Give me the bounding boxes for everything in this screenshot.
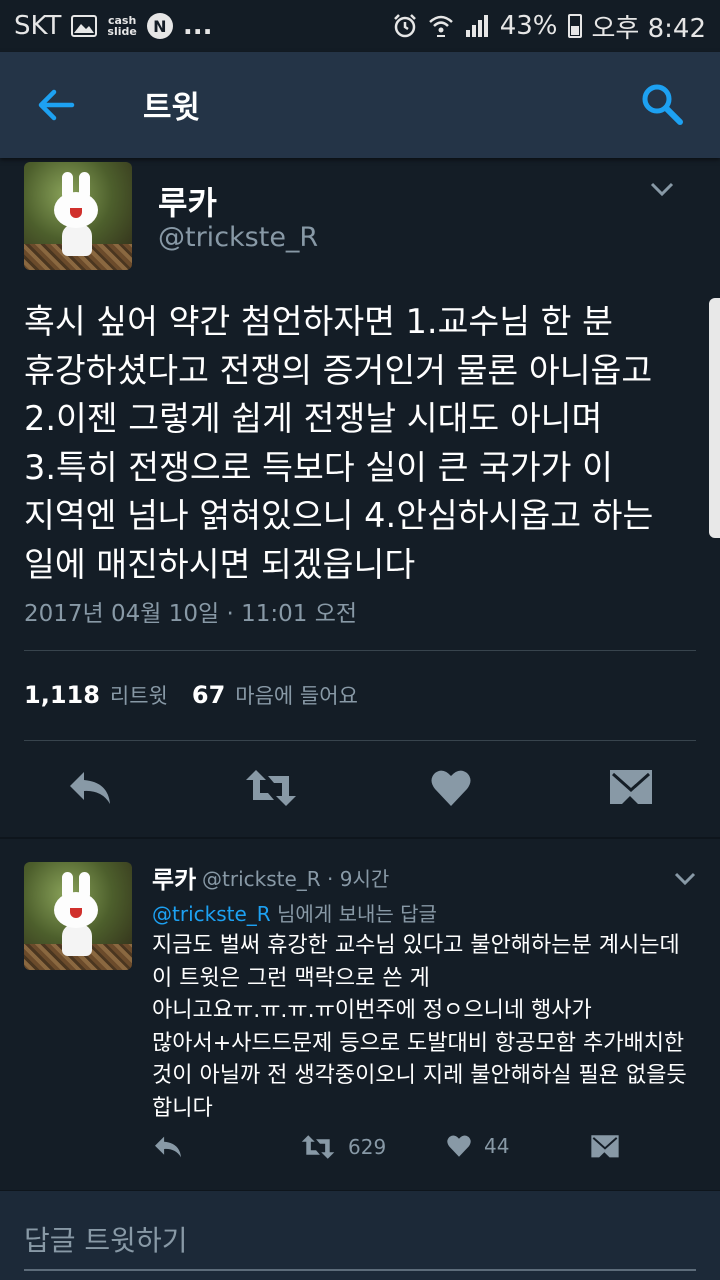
tweet-text: 혹시 싶어 약간 첨언하자면 1.교수님 한 분 휴강하셨다고 전쟁의 증거인거… [24,302,654,584]
reply-handle-time: @trickste_R · 9시간 [202,867,390,891]
carrier-label: SKT [14,11,62,41]
scrollbar[interactable] [709,298,720,538]
reply-reply-action[interactable] [152,1134,184,1160]
author-handle[interactable]: @trickste_R [158,222,318,253]
reply-dm-action[interactable] [590,1134,620,1160]
avatar[interactable] [24,862,132,970]
chevron-down-icon[interactable] [650,182,674,198]
input-underline [24,1269,696,1271]
section-separator [0,837,720,839]
author-name[interactable]: 루카 [158,178,217,224]
divider [24,650,696,651]
status-bar: SKT cash slide N ... 43% 오후 8:42 [0,0,720,52]
wifi-icon [428,15,453,37]
chevron-down-icon[interactable] [674,872,696,886]
more-notifications-icon: ... [182,11,213,41]
retweet-icon[interactable] [300,1134,336,1160]
like-label[interactable]: 마음에 들어요 [235,680,358,710]
page-title: 트윗 [143,90,201,126]
alarm-icon [393,14,416,38]
cash-slide-icon: cash slide [107,14,137,38]
reply-to-link[interactable]: @trickste_R [152,902,271,926]
reply-like-count: 44 [484,1134,510,1158]
reply-compose-bar[interactable]: 답글 트윗하기 [0,1190,720,1280]
reply-icon[interactable] [66,768,114,808]
reply-to-suffix: 님에게 보내는 답글 [270,902,437,926]
battery-percent: 43% [499,11,558,41]
heart-icon[interactable] [446,1134,472,1158]
reply-text: 지금도 벌써 휴강한 교수님 있다고 불안해하는분 계시는데 이 트윗은 그런 … [152,933,687,1121]
tweet-actions [0,758,720,818]
reply-actions: 629 44 [0,1130,720,1170]
reply-icon[interactable] [152,1134,184,1160]
tweet-timestamp: 2017년 04월 10일 · 11:01 오전 [24,601,358,627]
reply-input[interactable]: 답글 트윗하기 [24,1219,187,1259]
reply-retweet-action[interactable]: 629 [300,1134,386,1160]
reply-retweet-count: 629 [348,1135,387,1159]
reply-author-name[interactable]: 루카 [152,860,196,895]
divider [24,740,696,741]
avatar[interactable] [24,162,132,270]
direct-message-icon[interactable] [590,1134,620,1160]
retweet-icon[interactable] [244,768,298,808]
clock: 오후 8:42 [591,13,707,44]
naver-icon: N [146,13,173,39]
retweet-label[interactable]: 리트윗 [110,680,168,710]
reply-like-action[interactable]: 44 [446,1134,509,1158]
heart-icon[interactable] [430,768,472,808]
gallery-icon [71,15,98,37]
app-bar: 트윗 [0,52,720,158]
tweet-stats: 1,118 리트윗 67 마음에 들어요 [24,680,358,710]
like-count[interactable]: 67 [192,681,225,709]
reply-context: @trickste_R 님에게 보내는 답글 [152,898,437,927]
retweet-count[interactable]: 1,118 [24,681,100,709]
battery-icon [567,14,582,38]
direct-message-icon[interactable] [608,768,654,808]
back-arrow-icon[interactable] [36,85,76,125]
search-icon[interactable] [640,82,684,126]
signal-icon [465,15,488,37]
